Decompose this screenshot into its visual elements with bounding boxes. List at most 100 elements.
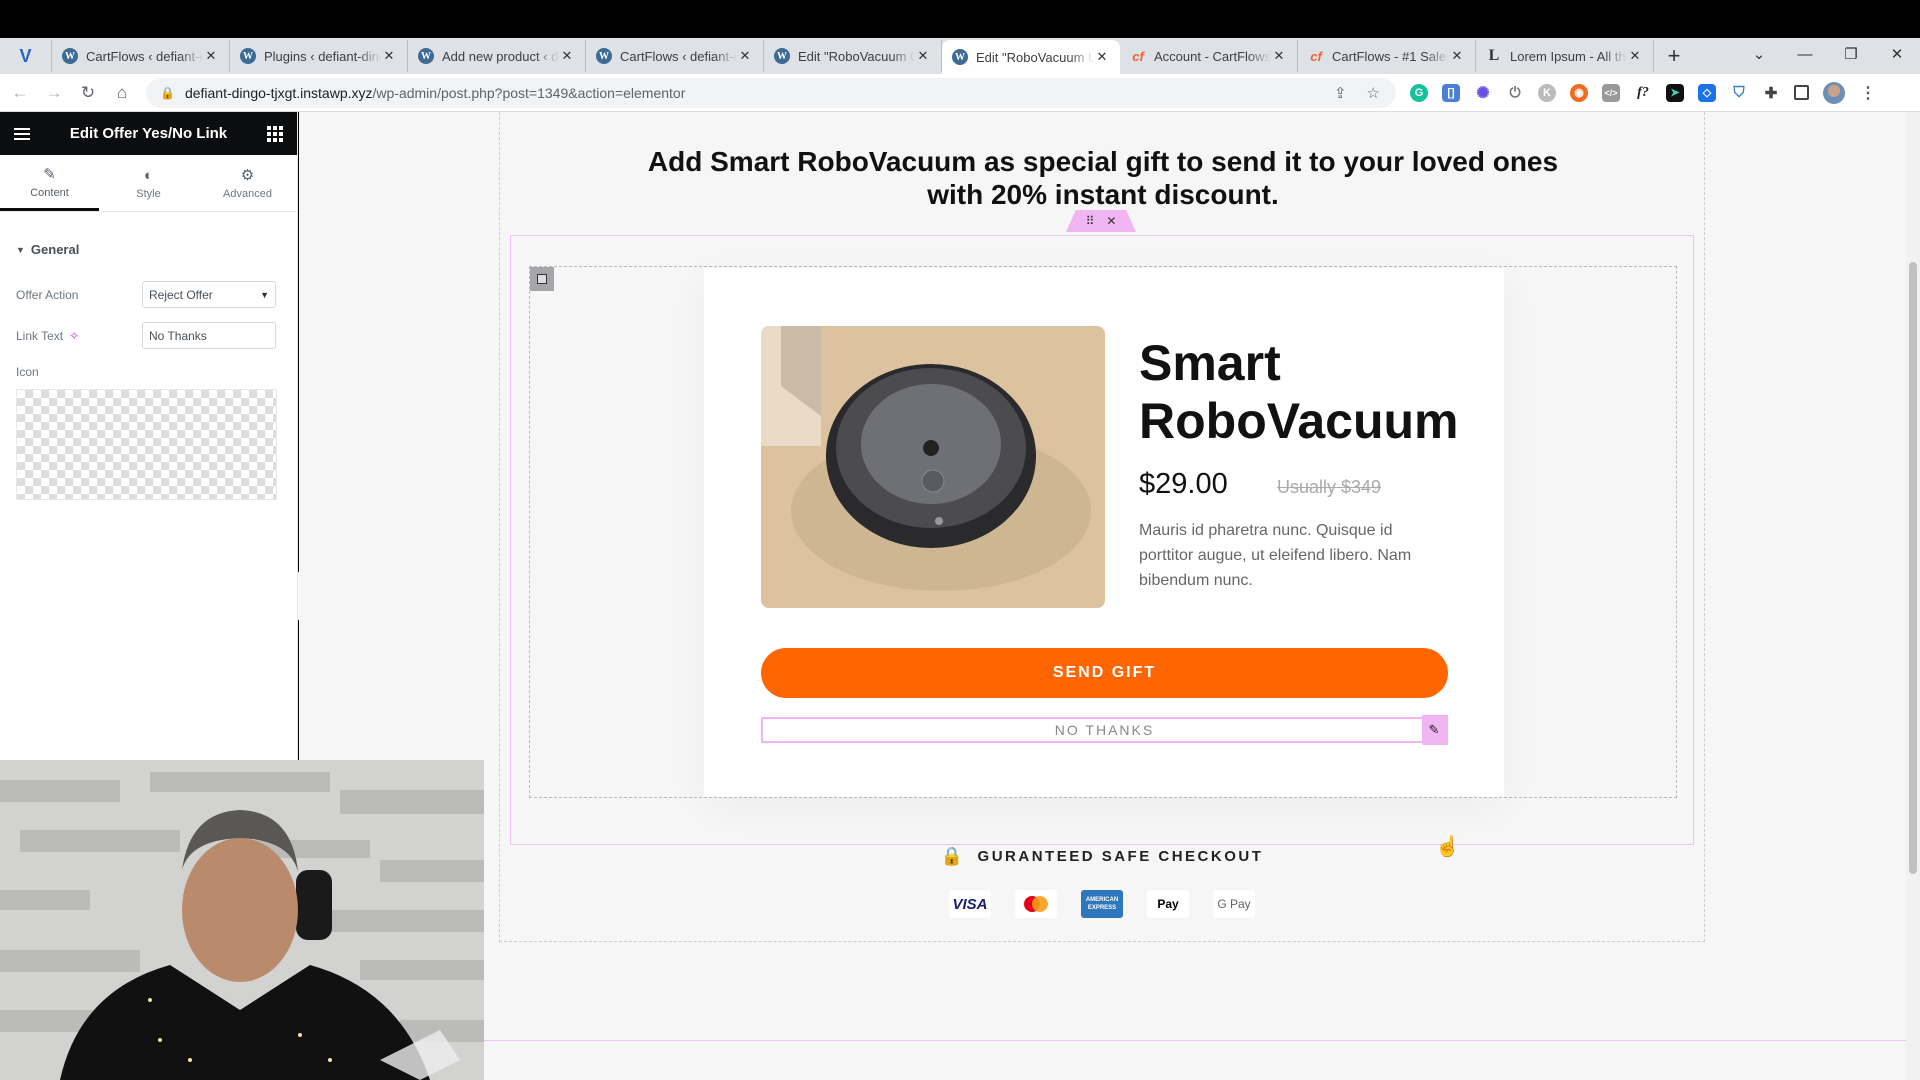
link-text-control: Link Text ✧ No Thanks (16, 322, 281, 349)
browser-tab-active[interactable]: WEdit "RoboVacuum Upsell✕ (942, 40, 1120, 74)
profile-avatar[interactable] (1823, 81, 1845, 104)
grammarly-icon[interactable]: G (1410, 83, 1428, 102)
close-tab-icon[interactable]: ✕ (559, 48, 575, 64)
bracket-extension-icon[interactable]: [] (1442, 83, 1460, 102)
browser-tab[interactable]: cf Account - CartFlows ✕ (1120, 40, 1298, 72)
lock-icon[interactable]: 🔒 (160, 86, 175, 100)
ai-sparkle-icon[interactable]: ✧ (69, 329, 79, 343)
minimize-button[interactable]: — (1782, 38, 1828, 70)
product-image (761, 326, 1105, 608)
offer-action-select[interactable]: Reject Offer ▼ (142, 281, 276, 308)
editor-canvas: Add Smart RoboVacuum as special gift to … (299, 112, 1906, 1080)
code-extension-icon[interactable]: </> (1602, 83, 1620, 102)
canvas-scrollbar[interactable] (1906, 112, 1920, 1080)
reload-button[interactable]: ↻ (74, 79, 102, 107)
close-tab-icon[interactable]: ✕ (1627, 48, 1643, 64)
bookmark-star-icon[interactable]: ☆ (1367, 84, 1380, 102)
browser-tab[interactable]: WEdit "RoboVacuum Checkout✕ (764, 40, 942, 72)
wordpress-icon: W (596, 48, 612, 64)
tab-strip: V WCartFlows ‹ defiant-dingo✕ WPlugins ‹… (0, 38, 1920, 74)
amex-icon: AMERICAN EXPRESS (1081, 890, 1123, 918)
link-text-input[interactable]: No Thanks (142, 322, 276, 349)
lorem-ipsum-icon: L (1488, 47, 1500, 64)
pencil-icon: ✎ (43, 165, 56, 183)
drag-handle-icon[interactable]: ⠿ (1086, 214, 1095, 228)
product-name: Smart RoboVacuum (1139, 335, 1459, 449)
section-divider (299, 1040, 1906, 1041)
close-tab-icon[interactable]: ✕ (737, 48, 753, 64)
tab-style[interactable]: ◐ Style (99, 155, 198, 211)
browser-tab[interactable]: W Plugins ‹ defiant-dingo ✕ (230, 40, 408, 72)
cursor-extension-icon[interactable]: ➤ (1666, 83, 1684, 102)
browser-tab[interactable]: LLorem Ipsum - All the facts✕ (1476, 40, 1654, 72)
close-tab-icon[interactable]: ✕ (203, 48, 219, 64)
side-panel-icon[interactable] (1794, 85, 1809, 100)
browser-tab[interactable]: WCartFlows ‹ defiant-dingo✕ (52, 40, 230, 72)
address-bar: ← → ↻ ⌂ 🔒 defiant-dingo-tjxgt.instawp.xy… (0, 74, 1920, 112)
send-gift-button[interactable]: SEND GIFT (761, 648, 1448, 698)
menu-kebab-icon[interactable]: ⋮ (1859, 84, 1877, 102)
webcam-overlay (0, 760, 484, 1080)
google-pay-icon: G Pay (1213, 890, 1255, 918)
tab-advanced[interactable]: ⚙ Advanced (198, 155, 297, 211)
k-extension-icon[interactable]: K (1538, 83, 1556, 102)
inner-section: Smart RoboVacuum $29.00 Usually $349 Maur… (510, 235, 1694, 845)
edit-widget-icon[interactable]: ✎ (1422, 715, 1448, 745)
visa-icon: VISA (949, 890, 991, 918)
no-thanks-link[interactable]: NO THANKS ✎ (761, 715, 1448, 745)
section-general-toggle[interactable]: ▼ General (16, 242, 281, 257)
offer-action-control: Offer Action Reject Offer ▼ (16, 281, 281, 308)
icon-label: Icon (16, 365, 39, 379)
payment-icons: VISA AMERICAN EXPRESS Pay G Pay (499, 890, 1705, 918)
delete-section-icon[interactable]: ✕ (1106, 214, 1116, 228)
wordpress-icon: W (62, 48, 78, 64)
icon-picker[interactable] (16, 389, 277, 500)
product-old-price: Usually $349 (1277, 477, 1382, 497)
apple-pay-icon: Pay (1147, 890, 1189, 918)
tab-search-icon[interactable]: ⌄ (1736, 38, 1782, 70)
shield-icon[interactable]: ⛉ (1730, 84, 1748, 102)
vivaldi-icon[interactable]: V (0, 40, 52, 72)
back-button[interactable]: ← (6, 79, 34, 107)
window-top-bar (0, 0, 1920, 38)
product-description: Mauris id pharetra nunc. Quisque id port… (1139, 522, 1412, 589)
caret-down-icon: ▼ (16, 244, 25, 255)
browser-tab[interactable]: cfCartFlows - #1 Sales Funnel✕ (1298, 40, 1476, 72)
offer-action-label: Offer Action (16, 287, 79, 302)
close-tab-icon[interactable]: ✕ (381, 48, 397, 64)
hamburger-menu-icon[interactable] (14, 127, 30, 140)
home-button[interactable]: ⌂ (108, 79, 136, 107)
tag-extension-icon[interactable]: ◇ (1698, 83, 1716, 102)
browser-tab[interactable]: WCartFlows ‹ defiant-dingo✕ (586, 40, 764, 72)
close-tab-icon[interactable]: ✕ (1271, 48, 1287, 64)
column-handle-icon[interactable] (530, 267, 554, 291)
restore-button[interactable]: ❐ (1828, 38, 1874, 70)
close-tab-icon[interactable]: ✕ (1449, 48, 1465, 64)
wordpress-icon: W (240, 48, 256, 64)
star-extension-icon[interactable]: ✺ (1474, 84, 1492, 102)
scrollbar-thumb[interactable] (1909, 262, 1917, 874)
offer-headline[interactable]: Add Smart RoboVacuum as special gift to … (500, 145, 1706, 211)
close-window-button[interactable]: ✕ (1874, 38, 1920, 70)
link-text-label: Link Text (16, 328, 64, 343)
widgets-grid-icon[interactable] (266, 125, 283, 142)
gear-icon: ⚙ (240, 167, 255, 184)
section-handle[interactable]: ⠿ ✕ (1066, 210, 1136, 232)
robot-extension-icon[interactable]: ◉ (1570, 83, 1588, 102)
cartflows-icon: cf (1132, 48, 1144, 64)
forward-button[interactable]: → (40, 79, 68, 107)
share-icon[interactable]: ⇪ (1334, 84, 1347, 102)
browser-tab[interactable]: WAdd new product ‹ defiant✕ (408, 40, 586, 72)
font-question-icon[interactable]: f? (1634, 84, 1652, 102)
tab-content[interactable]: ✎ Content (0, 155, 99, 211)
half-circle-icon: ◐ (143, 166, 154, 184)
close-tab-icon[interactable]: ✕ (915, 48, 931, 64)
new-tab-button[interactable]: + (1654, 40, 1694, 72)
url-input[interactable]: 🔒 defiant-dingo-tjxgt.instawp.xyz/wp-adm… (146, 77, 1396, 108)
power-icon[interactable]: ⏻ (1506, 84, 1524, 102)
mastercard-icon (1015, 890, 1057, 918)
close-tab-icon[interactable]: ✕ (1094, 49, 1110, 65)
puzzle-icon[interactable]: ✚ (1762, 84, 1780, 102)
column: Smart RoboVacuum $29.00 Usually $349 Maur… (529, 266, 1677, 798)
panel-header: Edit Offer Yes/No Link (0, 112, 297, 155)
